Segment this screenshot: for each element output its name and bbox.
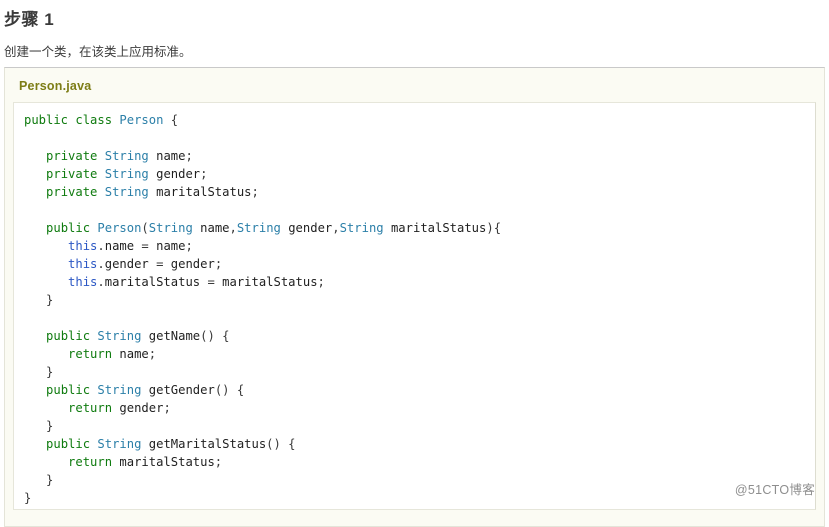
code-file-title: Person.java	[13, 74, 816, 96]
code-block[interactable]: public class Person { private String nam…	[13, 102, 816, 510]
code-content: public class Person { private String nam…	[24, 111, 805, 507]
code-panel: Person.java public class Person { privat…	[4, 67, 825, 527]
page-title: 步骤 1	[0, 0, 829, 32]
step-description: 创建一个类，在该类上应用标准。	[0, 32, 829, 61]
page-root: 步骤 1 创建一个类，在该类上应用标准。 Person.java public …	[0, 0, 829, 506]
watermark: @51CTO博客	[735, 479, 815, 498]
